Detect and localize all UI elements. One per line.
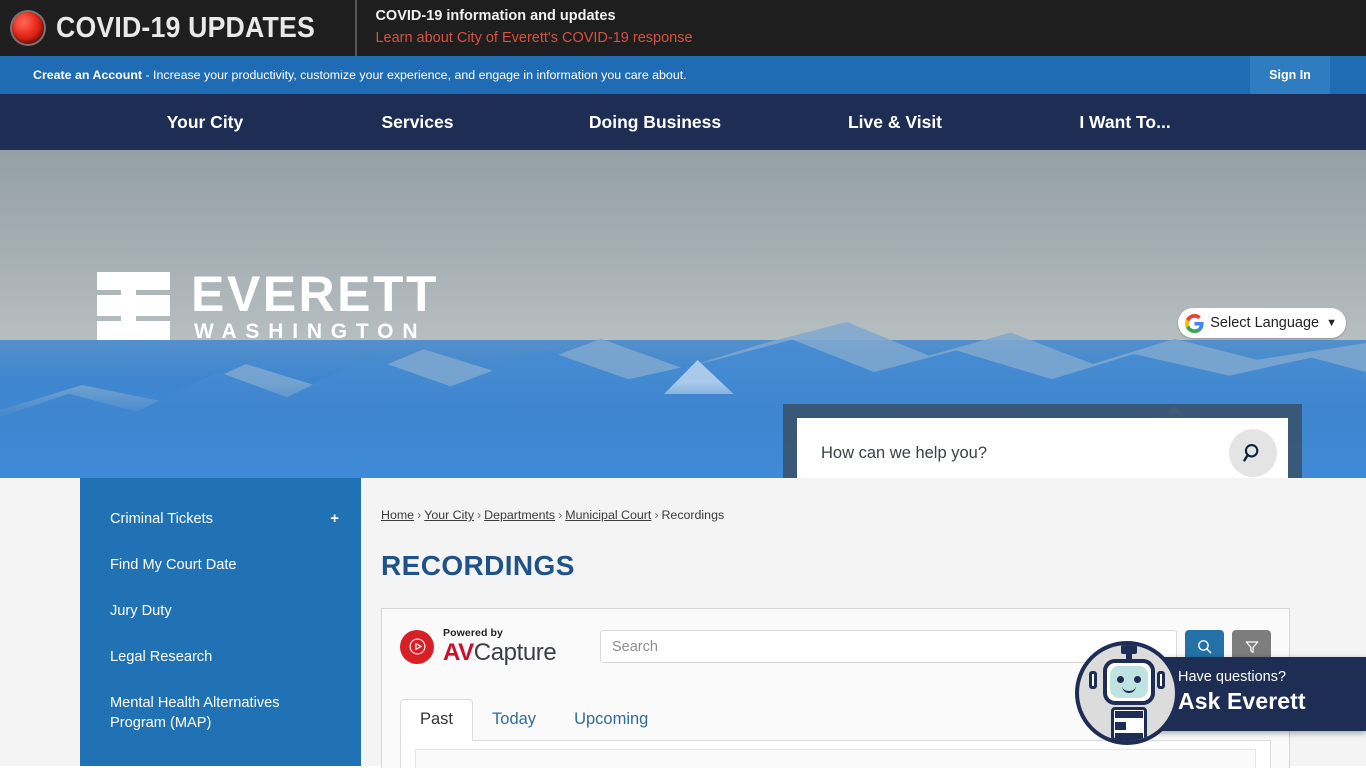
covid-alert-bar: COVID-19 UPDATES COVID-19 information an… <box>0 0 1366 56</box>
sidebar-item-criminal-tickets[interactable]: Criminal Tickets + <box>80 496 361 542</box>
sign-in-button[interactable]: Sign In <box>1250 56 1330 94</box>
everett-logo-mark-icon <box>97 272 170 340</box>
search-icon <box>1198 640 1212 654</box>
google-icon <box>1185 313 1204 333</box>
covid-message: COVID-19 information and updates Learn a… <box>357 7 692 48</box>
robot-avatar-icon[interactable] <box>1075 641 1179 745</box>
hero-banner: Select Language ▼ EVERETT WASHINGTON <box>0 150 1366 478</box>
ask-everett-bubble[interactable]: Have questions? Ask Everett <box>1156 657 1366 731</box>
avcapture-logo[interactable]: Powered by AVCapture <box>400 627 600 667</box>
breadcrumb-item-municipal-court[interactable]: Municipal Court <box>565 508 651 522</box>
covid-badge[interactable]: COVID-19 UPDATES <box>0 0 358 56</box>
recordings-list-placeholder <box>415 749 1256 768</box>
sidebar-item-label: Criminal Tickets <box>110 511 213 527</box>
tab-today[interactable]: Today <box>473 700 555 740</box>
sidebar-item-label: Find My Court Date <box>110 557 237 573</box>
breadcrumb: Home › Your City › Departments › Municipal Cou… <box>381 478 1290 522</box>
everett-logo-city: EVERETT <box>191 266 440 322</box>
section-sidebar: Criminal Tickets + Find My Court Date Ju… <box>80 478 361 766</box>
create-account-rest: - Increase your productivity, customize … <box>142 68 687 82</box>
avcapture-brand-av: AV <box>443 639 474 667</box>
everett-logo[interactable]: EVERETT WASHINGTON <box>97 268 439 344</box>
nav-item-your-city[interactable]: Your City <box>110 112 300 133</box>
breadcrumb-separator: › <box>477 508 482 522</box>
covid-red-dot-icon <box>12 12 44 44</box>
breadcrumb-item-your-city[interactable]: Your City <box>424 508 474 522</box>
expand-plus-icon[interactable]: + <box>330 509 339 529</box>
breadcrumb-separator: › <box>558 508 563 522</box>
breadcrumb-separator: › <box>654 508 659 522</box>
everett-logo-state: WASHINGTON <box>194 320 427 343</box>
hero-search-container <box>783 404 1302 478</box>
covid-response-link[interactable]: Learn about City of Everett's COVID-19 r… <box>375 29 692 49</box>
page-title: RECORDINGS <box>381 550 575 581</box>
breadcrumb-item-home[interactable]: Home <box>381 508 414 522</box>
sidebar-item-legal-research[interactable]: Legal Research <box>80 634 361 680</box>
main-navigation: Your City Services Doing Business Live &… <box>0 94 1366 150</box>
language-selector[interactable]: Select Language ▼ <box>1178 308 1346 338</box>
avcapture-play-icon <box>400 629 434 664</box>
breadcrumb-separator: › <box>417 508 422 522</box>
chevron-down-icon: ▼ <box>1326 317 1337 329</box>
tab-past[interactable]: Past <box>400 699 474 742</box>
account-promo-text: Create an Account - Increase your produc… <box>0 68 687 82</box>
account-promo-bar: Create an Account - Increase your produc… <box>0 56 1366 94</box>
recordings-tab-panel <box>400 741 1271 768</box>
avcapture-powered-by-label: Powered by <box>443 627 503 639</box>
ask-everett-question-line: Have questions? <box>1178 669 1287 685</box>
nav-item-doing-business[interactable]: Doing Business <box>535 112 775 133</box>
language-selector-label: Select Language <box>1210 315 1320 331</box>
sidebar-item-label: Legal Research <box>110 649 213 665</box>
sidebar-item-label: Mental Health Alternatives Program (MAP) <box>110 695 280 731</box>
page-body: Criminal Tickets + Find My Court Date Ju… <box>0 478 1366 768</box>
nav-item-live-and-visit[interactable]: Live & Visit <box>775 112 1015 133</box>
sidebar-item-label: Jury Duty <box>110 603 172 619</box>
covid-info-line: COVID-19 information and updates <box>375 8 616 25</box>
sidebar-item-jury-duty[interactable]: Jury Duty <box>80 588 361 634</box>
filter-funnel-icon <box>1245 640 1258 653</box>
nav-item-i-want-to[interactable]: I Want To... <box>1015 112 1235 133</box>
nav-item-services[interactable]: Services <box>300 112 535 133</box>
avcapture-brand-capture: Capture <box>473 639 557 667</box>
search-icon <box>1243 443 1259 462</box>
breadcrumb-item-departments[interactable]: Departments <box>484 508 555 522</box>
create-account-link[interactable]: Create an Account <box>33 68 142 82</box>
sidebar-item-mental-health-alternatives-program[interactable]: Mental Health Alternatives Program (MAP) <box>80 680 361 746</box>
covid-badge-label: COVID-19 UPDATES <box>56 11 315 44</box>
tab-upcoming[interactable]: Upcoming <box>555 700 667 740</box>
sidebar-item-find-my-court-date[interactable]: Find My Court Date <box>80 542 361 588</box>
hero-search-button[interactable] <box>1229 429 1277 477</box>
hero-search-input[interactable] <box>821 443 1229 463</box>
ask-everett-name-line: Ask Everett <box>1178 688 1306 714</box>
breadcrumb-item-recordings: Recordings <box>661 508 725 522</box>
